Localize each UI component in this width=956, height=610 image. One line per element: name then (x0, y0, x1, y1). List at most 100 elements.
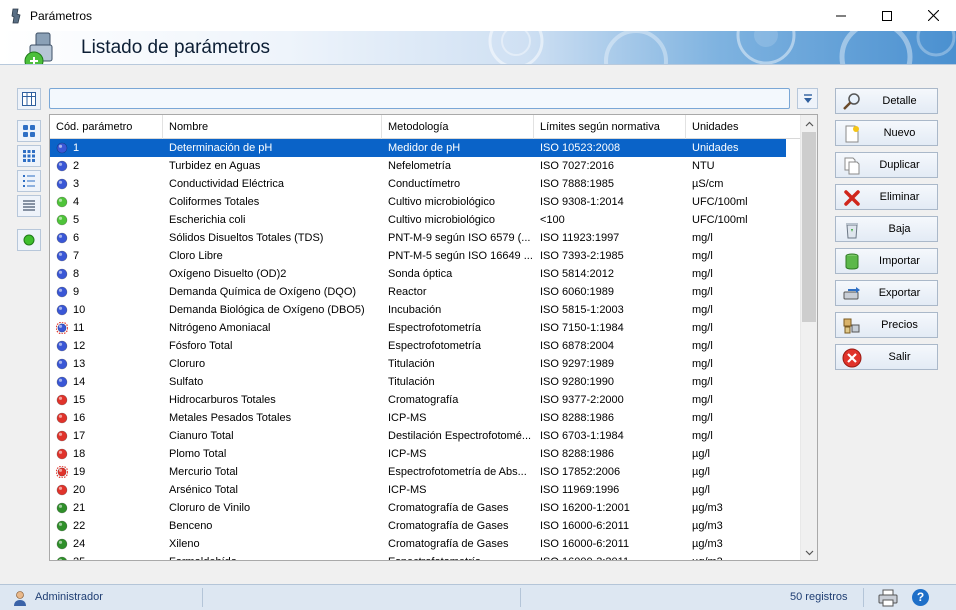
list-view-button[interactable] (17, 170, 41, 192)
table-row[interactable]: 18 Plomo Total ICP-MS ISO 8288:1986 µg/l (50, 445, 786, 463)
cell-name: Cloruro (169, 358, 206, 370)
status-dot-icon (56, 160, 68, 172)
importar-button[interactable]: Importar (835, 248, 938, 274)
table-row[interactable]: 7 Cloro Libre PNT-M-5 según ISO 16649 ... I… (50, 247, 786, 265)
table-row[interactable]: 3 Conductividad Eléctrica Conductímetro ISO… (50, 175, 786, 193)
cell-code: 25 (73, 553, 161, 560)
table-row[interactable]: 19 Mercurio Total Espectrofotometría de Ab… (50, 463, 786, 481)
filter-dropdown-button[interactable] (797, 88, 818, 109)
status-filter-button[interactable] (17, 229, 41, 251)
table-row[interactable]: 10 Demanda Biológica de Oxígeno (DBO5) Inc… (50, 301, 786, 319)
cell-name: Xileno (169, 538, 200, 550)
maximize-button[interactable] (864, 0, 910, 31)
header-banner: Listado de parámetros (0, 31, 956, 65)
cell-unit: Unidades (692, 142, 739, 154)
status-dot-icon (56, 376, 68, 388)
cell-limit: ISO 9377-2:2000 (540, 394, 624, 406)
column-header-code[interactable]: Cód. parámetro (50, 115, 163, 139)
help-icon[interactable]: ? (912, 589, 929, 606)
cell-limit: ISO 8288:1986 (540, 448, 615, 460)
search-input[interactable] (49, 88, 790, 109)
table-row[interactable]: 8 Oxígeno Disuelto (OD)2 Sonda óptica ISO 5… (50, 265, 786, 283)
cell-limit: ISO 5815-1:2003 (540, 304, 624, 316)
table-row[interactable]: 9 Demanda Química de Oxígeno (DQO) Reactor… (50, 283, 786, 301)
table-row[interactable]: 22 Benceno Cromatografía de Gases ISO 16000… (50, 517, 786, 535)
table-row[interactable]: 21 Cloruro de Vinilo Cromatografía de Gase… (50, 499, 786, 517)
exportar-button[interactable]: Exportar (835, 280, 938, 306)
cell-methodology: Cromatografía de Gases (388, 538, 509, 550)
column-chooser-button[interactable] (17, 88, 41, 110)
cell-code: 17 (73, 430, 86, 442)
table-row[interactable]: 15 Hidrocarburos Totales Cromatografía ISO … (50, 391, 786, 409)
cell-code: 18 (73, 448, 86, 460)
nuevo-button[interactable]: Nuevo (835, 120, 938, 146)
app-icon (8, 8, 24, 24)
duplicar-button[interactable]: Duplicar (835, 152, 938, 178)
table-row[interactable]: 13 Cloruro Titulación ISO 9297:1989 mg/l (50, 355, 786, 373)
cell-name: Coliformes Totales (169, 196, 260, 208)
printer-icon[interactable] (878, 589, 898, 607)
table-row[interactable]: 17 Cianuro Total Destilación Espectrofotom… (50, 427, 786, 445)
recycle-bin-icon (842, 220, 862, 240)
column-header-name[interactable]: Nombre (163, 115, 382, 139)
column-header-units[interactable]: Unidades (686, 115, 800, 139)
cell-methodology: Sonda óptica (388, 268, 453, 280)
cell-unit: mg/l (692, 376, 713, 388)
scroll-down-button[interactable] (801, 544, 817, 560)
vertical-scrollbar[interactable] (800, 115, 817, 560)
filter-icon (803, 93, 812, 103)
cell-methodology: Cromatografía (388, 394, 459, 406)
eliminar-button[interactable]: Eliminar (835, 184, 938, 210)
table-row[interactable]: 12 Fósforo Total Espectrofotometría ISO 687… (50, 337, 786, 355)
action-label: Baja (888, 223, 911, 235)
cell-code: 15 (73, 394, 86, 406)
minimize-button[interactable] (818, 0, 864, 31)
scroll-up-button[interactable] (801, 115, 817, 132)
table-row[interactable]: 14 Sulfato Titulación ISO 9280:1990 mg/l (50, 373, 786, 391)
small-icons-view-button[interactable] (17, 145, 41, 167)
cell-unit: mg/l (692, 322, 713, 334)
close-button[interactable] (910, 0, 956, 31)
cell-limit: ISO 6060:1989 (540, 286, 615, 298)
cell-limit: ISO 5814:2012 (540, 268, 615, 280)
status-dot-icon (56, 502, 68, 514)
cell-name: Sulfato (169, 376, 204, 388)
table-row[interactable]: 1 Determinación de pH Medidor de pH ISO 105… (50, 139, 786, 157)
status-dot-icon (56, 358, 68, 370)
parameters-table[interactable]: Cód. parámetro Nombre Metodología Límite… (49, 114, 818, 561)
status-dot-icon (56, 196, 68, 208)
cell-limit: ISO 11969:1996 (540, 484, 620, 496)
cell-limit: ISO 7888:1985 (540, 178, 615, 190)
magnifier-icon (842, 92, 862, 112)
table-row[interactable]: 25 Formaldehído Espectrofotometría ISO 1600… (50, 553, 786, 560)
details-view-button[interactable] (17, 195, 41, 217)
cell-methodology: ICP-MS (388, 448, 427, 460)
table-row[interactable]: 11 Nitrógeno Amoniacal Espectrofotometría I… (50, 319, 786, 337)
details-icon (23, 200, 35, 211)
detalle-button[interactable]: Detalle (835, 88, 938, 114)
table-row[interactable]: 20 Arsénico Total ICP-MS ISO 11969:1996 µg/l (50, 481, 786, 499)
table-row[interactable]: 4 Coliformes Totales Cultivo microbiológic… (50, 193, 786, 211)
table-row[interactable]: 16 Metales Pesados Totales ICP-MS ISO 8288:… (50, 409, 786, 427)
cell-limit: ISO 7027:2016 (540, 160, 615, 172)
cell-code: 2 (73, 160, 80, 172)
cell-unit: mg/l (692, 304, 713, 316)
table-row[interactable]: 5 Escherichia coli Cultivo microbiológico <… (50, 211, 786, 229)
chevron-down-icon (805, 550, 814, 555)
cell-methodology: Nefelometría (388, 160, 451, 172)
precios-button[interactable]: Precios (835, 312, 938, 338)
chevron-up-icon (805, 121, 814, 126)
cell-limit: ISO 6703-1:1984 (540, 430, 624, 442)
title-bar: Parámetros (0, 0, 956, 31)
action-label: Importar (879, 255, 920, 267)
table-row[interactable]: 24 Xileno Cromatografía de Gases ISO 16000-… (50, 535, 786, 553)
large-icons-view-button[interactable] (17, 120, 41, 142)
cell-methodology: Espectrofotometría de Abs... (388, 466, 527, 478)
baja-button[interactable]: Baja (835, 216, 938, 242)
salir-button[interactable]: Salir (835, 344, 938, 370)
scrollbar-thumb[interactable] (802, 132, 816, 322)
column-header-limits[interactable]: Límites según normativa (534, 115, 686, 139)
column-header-methodology[interactable]: Metodología (382, 115, 534, 139)
table-row[interactable]: 2 Turbidez en Aguas Nefelometría ISO 7027:2… (50, 157, 786, 175)
table-row[interactable]: 6 Sólidos Disueltos Totales (TDS) PNT-M-9 … (50, 229, 786, 247)
